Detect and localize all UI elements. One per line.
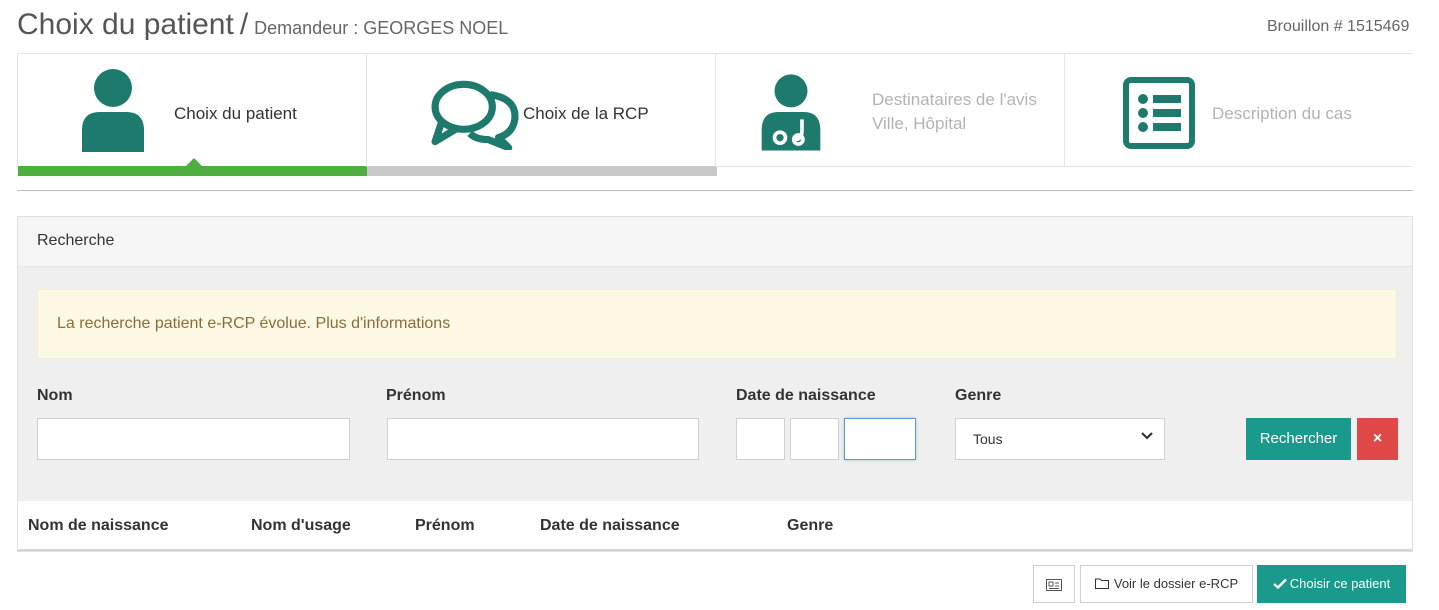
birthdate-label: Date de naissance	[736, 387, 876, 404]
col-first-name[interactable]: Prénom	[415, 517, 475, 535]
step-rcp-progress	[367, 166, 717, 176]
page-title-text: Choix du patient	[17, 8, 234, 41]
step-recipients-label: Destinataires de l'avis Ville, Hôpital	[872, 88, 1037, 136]
step-patient[interactable]: Choix du patient	[17, 53, 368, 176]
draft-number: Brouillon # 1515469	[1267, 18, 1410, 35]
chevron-down-icon	[1141, 432, 1153, 440]
col-birth-name[interactable]: Nom de naissance	[28, 517, 169, 535]
step-rcp-label: Choix de la RCP	[523, 104, 649, 123]
col-usage-name[interactable]: Nom d'usage	[251, 517, 351, 535]
step-recipients[interactable]: Destinataires de l'avis Ville, Hôpital	[715, 53, 1064, 167]
birth-day-input[interactable]	[736, 418, 785, 460]
prenom-input[interactable]	[387, 418, 699, 460]
view-record-button[interactable]: Voir le dossier e-RCP	[1080, 565, 1253, 603]
patient-icon	[82, 69, 144, 152]
folder-icon	[1094, 578, 1109, 589]
col-birth-date[interactable]: Date de naissance	[540, 517, 680, 535]
search-form: La recherche patient e-RCP évolue. Plus …	[18, 267, 1412, 501]
results-table-header: Nom de naissance Nom d'usage Prénom Date…	[18, 501, 1412, 551]
id-card-icon	[1046, 578, 1062, 591]
step-patient-progress	[18, 166, 368, 176]
genre-label: Genre	[955, 387, 1002, 404]
choose-patient-button[interactable]: Choisir ce patient	[1257, 565, 1406, 603]
check-icon	[1272, 578, 1287, 590]
step-recipients-line2: Ville, Hôpital	[872, 114, 967, 133]
genre-selected-value: Tous	[973, 431, 1003, 447]
step-patient-label: Choix du patient	[174, 104, 297, 123]
requester-label: Demandeur : GEORGES NOEL	[254, 18, 509, 38]
page-header: Choix du patient / Demandeur : GEORGES NOE…	[17, 6, 1417, 46]
active-step-caret	[186, 158, 202, 166]
view-record-label: Voir le dossier e-RCP	[1113, 576, 1239, 591]
step-description[interactable]: Description du cas	[1064, 53, 1413, 167]
panel-title: Recherche	[18, 217, 1412, 267]
info-alert[interactable]: La recherche patient e-RCP évolue. Plus …	[37, 289, 1397, 359]
title-separator: /	[239, 8, 249, 41]
birth-year-input[interactable]	[844, 418, 916, 460]
chat-bubbles-icon	[431, 80, 519, 150]
search-panel: Recherche La recherche patient e-RCP évo…	[17, 216, 1413, 552]
genre-select[interactable]: Tous	[955, 418, 1165, 460]
nom-label: Nom	[37, 387, 73, 404]
clear-button[interactable]: ×	[1357, 418, 1398, 460]
step-recipients-line1: Destinataires de l'avis	[872, 90, 1037, 109]
doctor-icon	[761, 74, 821, 151]
nom-input[interactable]	[37, 418, 350, 460]
prenom-label: Prénom	[386, 387, 446, 404]
steps-divider	[17, 190, 1413, 191]
choose-patient-label: Choisir ce patient	[1289, 576, 1391, 591]
search-button[interactable]: Rechercher	[1246, 418, 1351, 460]
wizard-steps: Choix du patient Choix de la RCP Destina…	[17, 53, 1413, 177]
birth-month-input[interactable]	[790, 418, 839, 460]
page-title: Choix du patient / Demandeur : GEORGES NOE…	[17, 8, 508, 42]
list-icon	[1123, 77, 1195, 149]
id-card-button[interactable]	[1033, 565, 1075, 603]
step-description-label: Description du cas	[1212, 104, 1352, 123]
step-rcp[interactable]: Choix de la RCP	[366, 53, 717, 176]
col-genre[interactable]: Genre	[787, 517, 833, 535]
